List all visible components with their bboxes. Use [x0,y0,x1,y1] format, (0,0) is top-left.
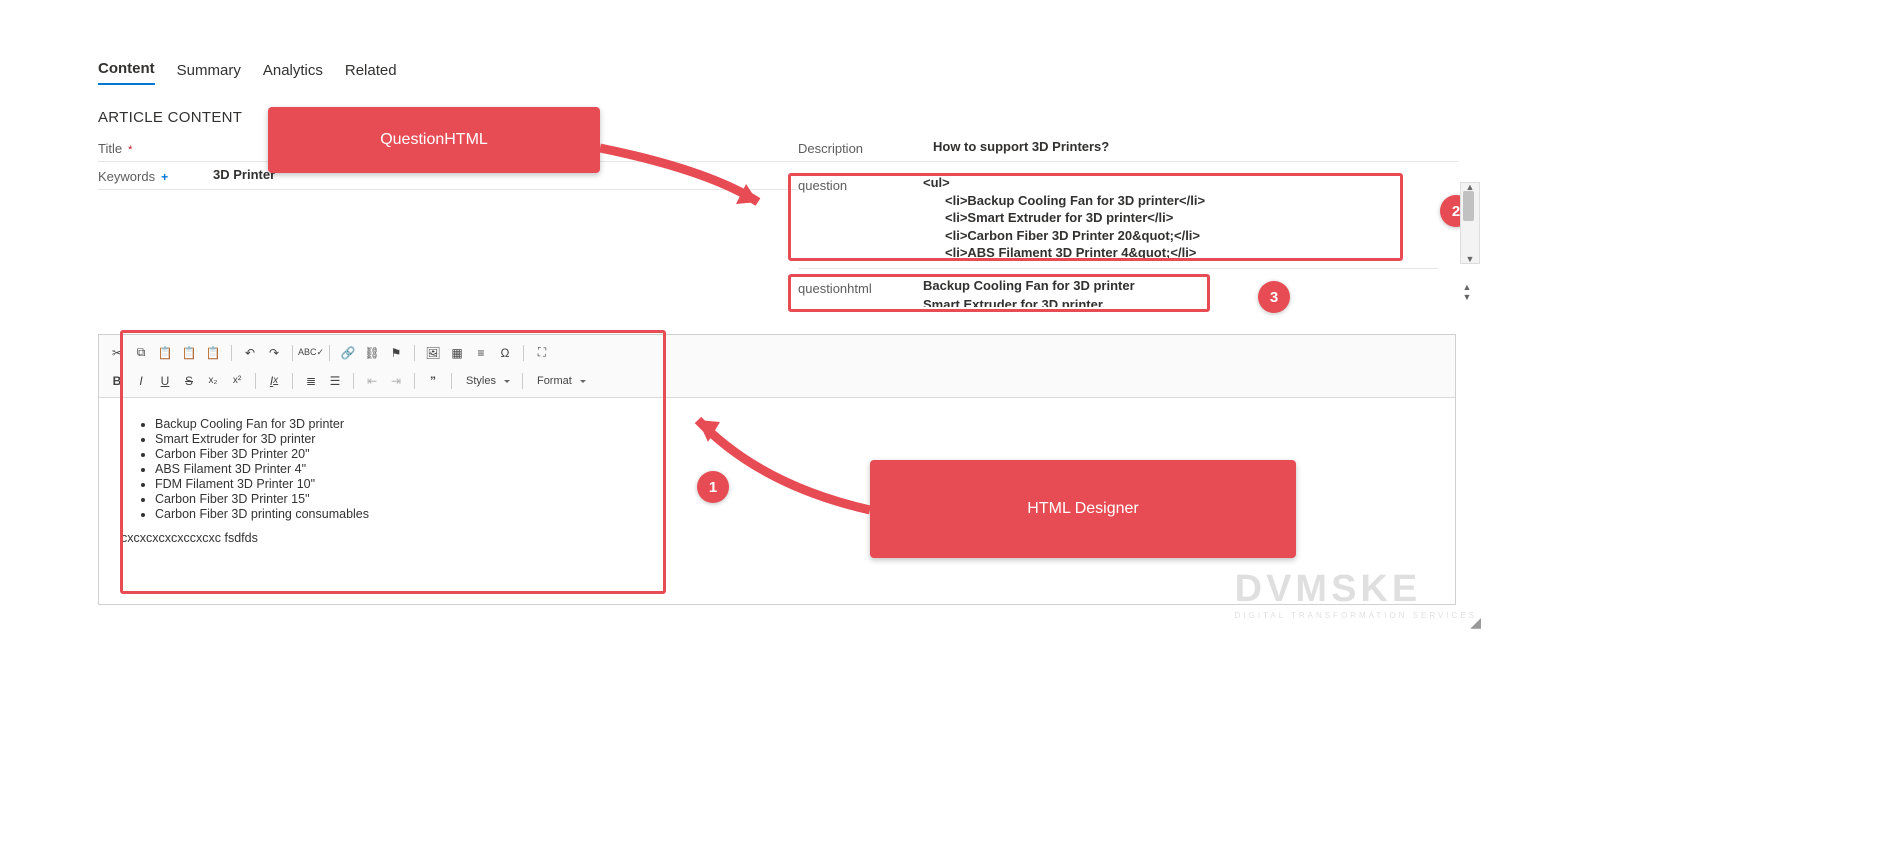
subscript-icon[interactable]: x₂ [203,371,223,391]
paste-icon[interactable]: 📋 [155,343,175,363]
table-icon[interactable]: ▦ [447,343,467,363]
format-dropdown[interactable]: Format [531,373,590,389]
question-value[interactable]: <ul> <li>Backup Cooling Fan for 3D print… [923,174,1205,262]
tab-analytics[interactable]: Analytics [263,62,323,85]
description-label: Description [798,139,933,156]
tab-related[interactable]: Related [345,62,397,85]
question-scrollbar[interactable]: ▲ ▼ [1460,182,1480,264]
underline-icon[interactable]: U [155,371,175,391]
questionhtml-label: questionhtml [798,277,923,296]
remove-format-icon[interactable]: Ix [264,371,284,391]
redo-icon[interactable]: ↷ [264,343,284,363]
cut-icon[interactable]: ✂ [107,343,127,363]
bullet-list-icon[interactable]: ☰ [325,371,345,391]
questionhtml-value[interactable]: Backup Cooling Fan for 3D printer Smart … [923,277,1135,312]
list-item: Backup Cooling Fan for 3D printer [155,417,1433,431]
description-value[interactable]: How to support 3D Printers? [933,139,1109,154]
paste-text-icon[interactable]: 📋 [179,343,199,363]
blockquote-icon[interactable]: ” [423,371,443,391]
tab-bar: Content Summary Analytics Related [98,60,1885,85]
list-item: Carbon Fiber 3D Printer 20" [155,447,1433,461]
resize-handle-icon[interactable]: ◢ [1470,614,1481,631]
spellcheck-icon[interactable]: ABC✓ [301,343,321,363]
hr-icon[interactable]: ≡ [471,343,491,363]
italic-icon[interactable]: I [131,371,151,391]
strike-icon[interactable]: S [179,371,199,391]
list-item: Smart Extruder for 3D printer [155,432,1433,446]
unlink-icon[interactable]: ⛓ [362,343,382,363]
tab-content[interactable]: Content [98,60,155,85]
copy-icon[interactable]: ⧉ [131,343,151,363]
anchor-icon[interactable]: ⚑ [386,343,406,363]
tab-summary[interactable]: Summary [177,62,241,85]
keywords-value[interactable]: 3D Printer [213,167,275,182]
keywords-label: Keywords+ [98,167,213,184]
editor-toolbar: ✂ ⧉ 📋 📋 📋 ↶ ↷ ABC✓ 🔗 ⛓ ⚑ 🖼 ▦ [99,335,1455,398]
paste-word-icon[interactable]: 📋 [203,343,223,363]
image-icon[interactable]: 🖼 [423,343,443,363]
link-icon[interactable]: 🔗 [338,343,358,363]
annotation-badge-3: 3 [1258,281,1290,313]
outdent-icon[interactable]: ⇤ [362,371,382,391]
annotation-badge-1: 1 [697,471,729,503]
indent-icon[interactable]: ⇥ [386,371,406,391]
title-label: Title* [98,139,213,156]
numbered-list-icon[interactable]: ≣ [301,371,321,391]
undo-icon[interactable]: ↶ [240,343,260,363]
callout-htmldesigner: HTML Designer [870,460,1296,558]
callout-questionhtml: QuestionHTML [268,107,600,173]
bold-icon[interactable]: B [107,371,127,391]
maximize-icon[interactable]: ⛶ [532,343,552,363]
superscript-icon[interactable]: x² [227,371,247,391]
question-label: question [798,174,923,193]
special-char-icon[interactable]: Ω [495,343,515,363]
styles-dropdown[interactable]: Styles [460,373,514,389]
questionhtml-scroll[interactable]: ▲▼ [1458,282,1476,306]
